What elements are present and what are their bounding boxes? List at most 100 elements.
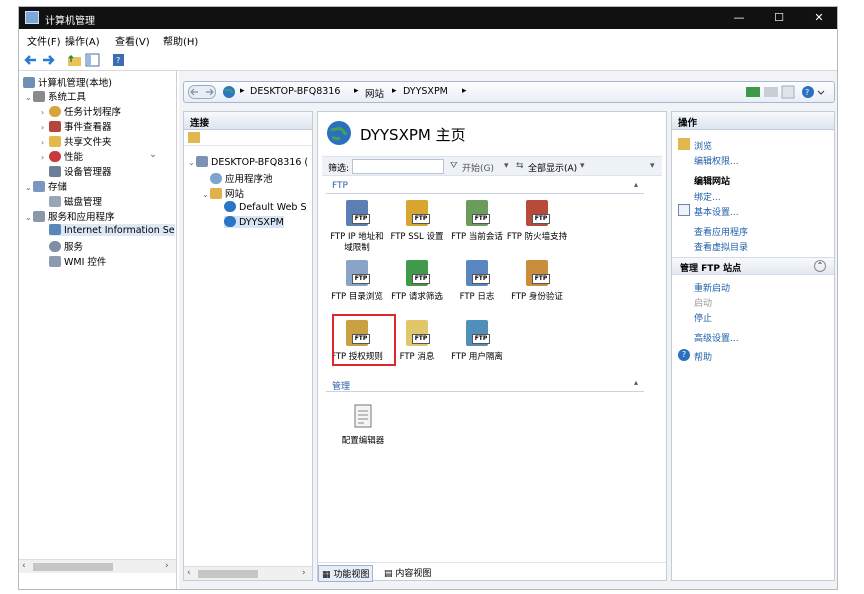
tree-device-manager[interactable]: 设备管理器: [49, 164, 112, 178]
ftp-authentication-icon: FTP: [522, 258, 552, 288]
connections-scrollbar[interactable]: ‹ ›: [184, 566, 312, 580]
management-section-header[interactable]: 管理 ▴: [326, 378, 644, 392]
ftp-section-header[interactable]: FTP ▴: [326, 180, 644, 194]
address-site[interactable]: DYYSXPM: [403, 86, 448, 97]
action-advanced-settings[interactable]: 高级设置...: [694, 331, 739, 344]
window-title: 计算机管理: [45, 16, 95, 27]
feature-ftp-logging[interactable]: FTP FTP 日志: [446, 258, 508, 303]
server-icon: [196, 156, 208, 167]
feature-ftp-ssl-settings[interactable]: FTP FTP SSL 设置: [386, 198, 448, 243]
edit-site-header: 编辑网站: [694, 177, 731, 187]
expand-icon[interactable]: ⌄: [25, 183, 33, 192]
explore-folder-icon: [678, 138, 690, 150]
feature-ftp-authentication[interactable]: FTP FTP 身份验证: [506, 258, 568, 303]
expand-icon[interactable]: ⌄: [25, 213, 33, 222]
tab-content-view[interactable]: ▤ 内容视图: [384, 566, 431, 579]
back-forward-icon[interactable]: [188, 85, 216, 99]
highlight-box: [332, 314, 396, 366]
ftp-ip-restrictions-icon: FTP: [342, 198, 372, 228]
dropdown-icon[interactable]: ▾: [504, 161, 509, 171]
help-book-icon[interactable]: ?: [111, 53, 126, 67]
ftp-request-filtering-icon: FTP: [402, 258, 432, 288]
tree-horizontal-scrollbar[interactable]: ‹ ›: [19, 559, 176, 573]
tree-iis-manager[interactable]: Internet Information Se: [49, 224, 175, 236]
action-bindings[interactable]: 绑定...: [694, 190, 721, 203]
start-button[interactable]: 开始(G): [462, 161, 494, 174]
conn-app-pools[interactable]: 应用程序池: [210, 171, 273, 185]
connections-pane: 连接 ⌄ DESKTOP-BFQ8316 ( 应用程序池 ⌄ 网站 Default …: [183, 111, 313, 581]
address-toolbar-icons[interactable]: ?: [746, 85, 826, 99]
tree-wmi-control[interactable]: WMI 控件: [49, 254, 106, 268]
tree-performance[interactable]: › 性能: [41, 149, 83, 163]
collapse-section-icon[interactable]: ⌃: [814, 260, 826, 272]
iis-manager: ▸ DESKTOP-BFQ8316 ▸ 网站 ▸ DYYSXPM ▸ ? 连接 …: [179, 71, 837, 589]
computer-management-icon: [25, 11, 39, 24]
tree-root[interactable]: 计算机管理(本地): [23, 75, 112, 89]
manage-ftp-header[interactable]: 管理 FTP 站点 ⌃: [672, 257, 834, 275]
tree-event-viewer[interactable]: › 事件查看器: [41, 119, 112, 133]
feature-ftp-directory-browsing[interactable]: FTP FTP 目录浏览: [326, 258, 388, 303]
connect-icon[interactable]: [188, 132, 200, 143]
tree-disk-management[interactable]: 磁盘管理: [49, 194, 102, 208]
action-explore[interactable]: 浏览: [694, 139, 712, 152]
filter-input[interactable]: [352, 159, 444, 174]
tree-system-tools[interactable]: ⌄ 系统工具: [25, 89, 86, 103]
feature-ftp-firewall-support[interactable]: FTP FTP 防火墙支持: [506, 198, 568, 243]
conn-site-selected[interactable]: DYYSXPM: [224, 216, 284, 228]
conn-server[interactable]: ⌄ DESKTOP-BFQ8316 (: [188, 156, 308, 168]
group-by-dropdown-icon[interactable]: ▾: [580, 161, 585, 171]
tree-task-scheduler[interactable]: › 任务计划程序: [41, 104, 121, 118]
show-hide-tree-icon[interactable]: [85, 53, 100, 67]
action-start: 启动: [694, 299, 713, 309]
tree-storage[interactable]: ⌄ 存储: [25, 179, 67, 193]
forward-arrow-icon[interactable]: [41, 53, 56, 67]
address-sites[interactable]: 网站: [365, 86, 384, 100]
action-basic-settings[interactable]: 基本设置...: [694, 205, 739, 218]
feature-ftp-ip-restrictions[interactable]: FTP FTP IP 地址和域限制: [326, 198, 388, 254]
action-view-applications[interactable]: 查看应用程序: [694, 225, 748, 238]
event-viewer-icon: [49, 121, 61, 132]
tools-icon: [33, 91, 45, 102]
menu-file[interactable]: 文件(F): [27, 33, 61, 48]
menu-help[interactable]: 帮助(H): [163, 33, 198, 48]
conn-sites[interactable]: ⌄ 网站: [202, 186, 244, 200]
tree-services[interactable]: 服务: [49, 239, 83, 253]
address-bar[interactable]: ▸ DESKTOP-BFQ8316 ▸ 网站 ▸ DYYSXPM ▸ ?: [183, 81, 835, 103]
tree-services-apps[interactable]: ⌄ 服务和应用程序: [25, 209, 115, 223]
help-icon: ?: [678, 349, 690, 361]
collapse-caret-icon[interactable]: ▴: [634, 378, 638, 387]
close-button[interactable]: ✕: [799, 7, 837, 29]
tree-scroll-caret: ⌄: [149, 149, 157, 160]
show-all-button[interactable]: 全部显示(A): [528, 161, 577, 174]
scroll-thumb[interactable]: [33, 563, 113, 571]
tree-shared-folders[interactable]: › 共享文件夹: [41, 134, 112, 148]
services-gear-icon: [49, 241, 61, 252]
action-restart[interactable]: 重新启动: [694, 281, 730, 294]
feature-ftp-current-sessions[interactable]: FTP FTP 当前会话: [446, 198, 508, 243]
config-editor-icon: [354, 404, 372, 428]
menu-view[interactable]: 查看(V): [115, 33, 150, 48]
conn-default-site[interactable]: Default Web S: [224, 201, 312, 213]
device-manager-icon: [49, 166, 61, 177]
feature-config-editor[interactable]: 配置编辑器: [332, 402, 394, 447]
wmi-icon: [49, 256, 61, 267]
disk-icon: [49, 196, 61, 207]
tab-features-view[interactable]: ▦ 功能视图: [318, 565, 374, 582]
maximize-button[interactable]: ☐: [759, 7, 799, 29]
collapse-caret-icon[interactable]: ▴: [634, 180, 638, 189]
action-view-virtual-dirs[interactable]: 查看虚拟目录: [694, 240, 748, 253]
globe-icon: [223, 86, 235, 98]
feature-ftp-user-isolation[interactable]: FTP FTP 用户隔离: [446, 318, 508, 363]
minimize-button[interactable]: —: [719, 7, 759, 29]
back-arrow-icon[interactable]: [23, 53, 38, 67]
up-folder-icon[interactable]: [67, 53, 82, 67]
feature-ftp-request-filtering[interactable]: FTP FTP 请求筛选: [386, 258, 448, 303]
shared-folder-icon: [49, 136, 61, 147]
menu-action[interactable]: 操作(A): [65, 33, 100, 48]
action-edit-permissions[interactable]: 编辑权限...: [694, 154, 739, 167]
action-help[interactable]: 帮助: [694, 350, 712, 363]
expand-icon[interactable]: ⌄: [25, 93, 33, 102]
address-server[interactable]: DESKTOP-BFQ8316: [250, 86, 340, 97]
features-view-icon: ▦: [322, 570, 331, 580]
action-stop[interactable]: 停止: [694, 311, 712, 324]
